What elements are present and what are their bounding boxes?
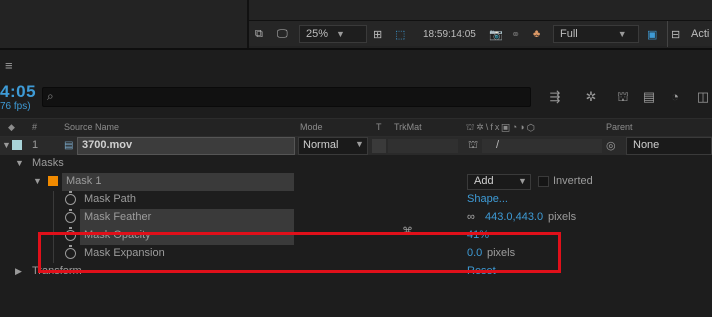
property-name: Mask Feather [84, 211, 152, 223]
layer-name: 3700.mov [82, 139, 133, 151]
show-snapshot-icon[interactable]: ⚭ [511, 21, 520, 47]
expand-triangle-icon[interactable]: ▼ [33, 176, 42, 186]
masks-group-row[interactable]: ▼ Masks [0, 155, 712, 173]
mask-feather-unit: pixels [548, 211, 577, 223]
layer-row[interactable]: ▼ 1 ▤ 3700.mov Normal ▼ ⛫ / ◎ None [0, 137, 712, 155]
column-header: ◆ # Source Name Mode T TrkMat ⛫✲\fx▣◔◑⬡ … [0, 118, 712, 137]
layer-color-swatch[interactable] [12, 140, 22, 150]
column-source-name[interactable]: Source Name [64, 122, 119, 132]
frame-rate: 76 fps) [0, 101, 31, 112]
expand-triangle-icon[interactable]: ▼ [2, 140, 11, 150]
active-camera-dropdown[interactable]: Acti [691, 21, 709, 47]
graph-editor-icon[interactable]: ◫ [694, 89, 712, 105]
inverted-label: Inverted [553, 175, 593, 187]
parent-value: None [633, 139, 660, 151]
resolution-dropdown[interactable]: Full ▼ [553, 25, 639, 43]
layer-name-field[interactable]: 3700.mov [77, 137, 295, 155]
mask-visibility-icon[interactable]: ⬚ [395, 21, 405, 47]
draft-3d-icon[interactable]: ✲ [582, 89, 600, 105]
motion-blur-icon[interactable]: ◔ [666, 89, 684, 105]
mask-color-swatch[interactable] [48, 176, 58, 186]
highlight-annotation-box [38, 232, 561, 273]
mask-name-field[interactable]: Mask 1 [62, 173, 294, 191]
monitor-icon[interactable]: 🖵 [277, 21, 288, 47]
quality-icon[interactable]: / [496, 139, 499, 151]
zoom-value: 25% [306, 28, 329, 40]
layer-number: 1 [32, 139, 39, 151]
chevron-down-icon: ▼ [617, 29, 627, 39]
column-parent: Parent [606, 122, 633, 132]
composition-mini-flowchart-icon[interactable]: ⇶ [546, 89, 564, 105]
property-name: Mask Path [84, 193, 136, 205]
frame-blending-icon[interactable]: ▤ [640, 89, 658, 105]
mask-mode-dropdown[interactable]: Add ▼ [467, 174, 531, 190]
current-time[interactable]: 18:59:14:05 [423, 21, 476, 47]
mask-row[interactable]: ▼ Mask 1 Add ▼ Inverted [0, 173, 712, 191]
constrain-proportions-icon[interactable]: ∞ [467, 211, 475, 223]
parent-dropdown[interactable]: None [626, 137, 712, 155]
chevron-down-icon: ▼ [336, 29, 345, 39]
region-of-interest-icon[interactable]: ▣ [647, 21, 657, 47]
pickwhip-icon[interactable]: ◎ [606, 139, 616, 152]
mask-path-value[interactable]: Shape... [467, 193, 508, 205]
camera-icon[interactable]: 📷 [489, 21, 503, 47]
resolution-value: Full [560, 28, 578, 40]
column-mode[interactable]: Mode [300, 122, 323, 132]
mask-mode-value: Add [474, 175, 494, 187]
label-icon: ◆ [8, 122, 15, 132]
grid-overlay-icon[interactable]: ⊟ [667, 21, 680, 47]
footage-icon: ▤ [64, 140, 74, 151]
mask-path-row[interactable]: Mask Path Shape... [0, 191, 712, 209]
switches-icons: ⛫✲\fx▣◔◑⬡ [466, 122, 537, 132]
snapshot-icon[interactable]: ⧉ [255, 21, 263, 47]
inverted-checkbox[interactable] [538, 176, 549, 187]
stopwatch-icon[interactable] [65, 191, 76, 205]
search-icon: ⌕ [47, 89, 54, 103]
preserve-transparency-toggle[interactable] [372, 139, 386, 153]
expand-triangle-icon[interactable]: ▼ [15, 158, 24, 168]
zoom-dropdown[interactable]: 25% ▼ [299, 25, 367, 43]
column-t: T [376, 122, 382, 132]
panel-menu-icon[interactable]: ≡ [5, 58, 13, 73]
masks-group-label: Masks [32, 157, 64, 169]
column-trkmat: TrkMat [394, 122, 422, 132]
stopwatch-icon[interactable] [65, 209, 76, 223]
panel-separator [0, 48, 712, 50]
blend-mode-value: Normal [303, 139, 339, 151]
grid-icon[interactable]: ⊞ [373, 21, 382, 47]
shy-switch-icon[interactable]: ⛫ [468, 139, 478, 153]
blend-mode-dropdown[interactable]: Normal ▼ [298, 137, 368, 155]
column-number: # [32, 122, 38, 132]
mask-feather-row[interactable]: Mask Feather ∞ 443.0,443.0 pixels [0, 209, 712, 227]
timeline-timecode[interactable]: 4:05 [0, 82, 36, 102]
mask-feather-value[interactable]: 443.0,443.0 [485, 211, 543, 223]
trkmat-dropdown[interactable] [388, 139, 458, 153]
viewer-toolbar: ⧉ 🖵 25% ▼ ⊞ ⬚ 18:59:14:05 📷 ⚭ ♣ Full ▼ ▣ ⊟… [249, 20, 712, 47]
collapse-triangle-icon[interactable]: ▶ [15, 266, 22, 277]
channel-icon[interactable]: ♣ [533, 21, 540, 47]
shy-icon[interactable]: ⛫ [614, 89, 632, 105]
mask-name: Mask 1 [66, 175, 102, 187]
chevron-down-icon: ▼ [518, 176, 527, 186]
layer-switches[interactable] [482, 139, 602, 153]
search-input[interactable] [42, 87, 531, 107]
chevron-down-icon: ▼ [355, 139, 364, 149]
